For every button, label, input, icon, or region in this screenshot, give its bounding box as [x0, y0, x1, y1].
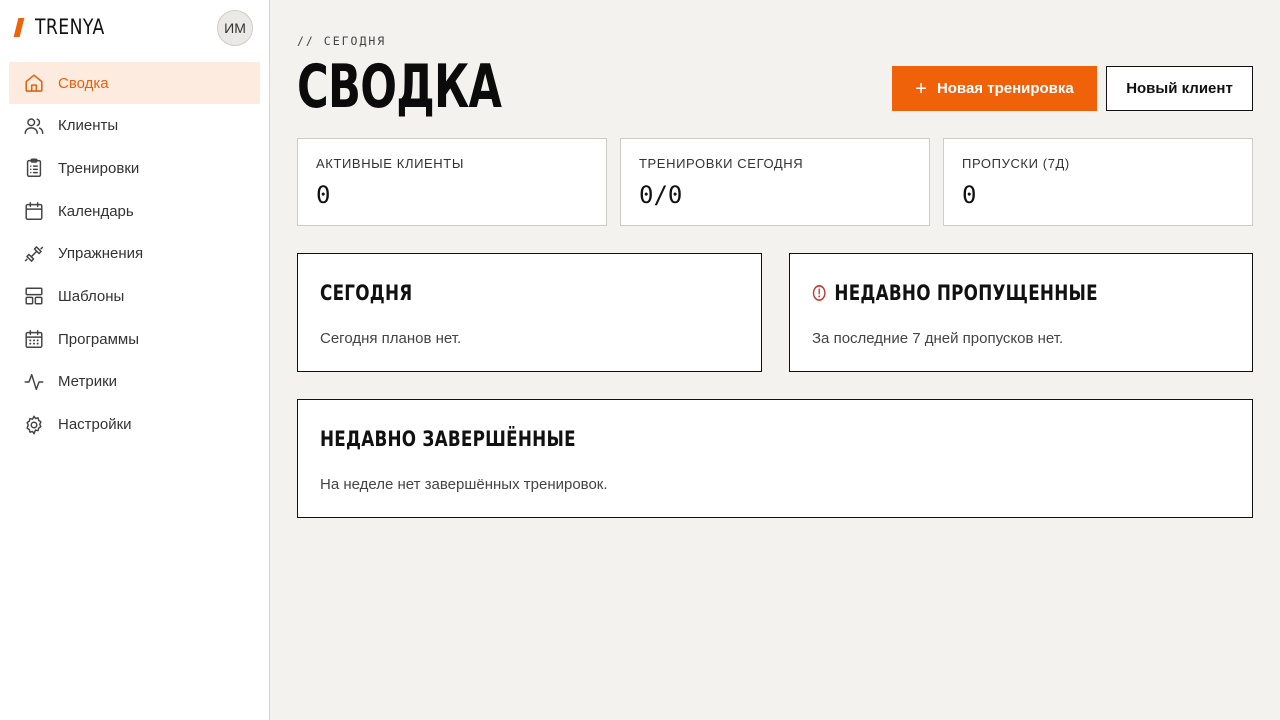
- sidebar-item-label: Программы: [58, 330, 140, 348]
- new-workout-label: Новая тренировка: [936, 80, 1074, 97]
- panel-title: НЕДАВНО ПРОПУЩЕННЫЕ: [812, 281, 1098, 305]
- avatar[interactable]: ИМ: [217, 10, 253, 46]
- stat-card-active-clients: АКТИВНЫЕ КЛИЕНТЫ 0: [297, 138, 607, 226]
- sidebar-item-label: Календарь: [58, 202, 134, 220]
- panel-title: НЕДАВНО ЗАВЕРШЁННЫЕ: [320, 427, 576, 451]
- panel-title-text: НЕДАВНО ПРОПУЩЕННЫЕ: [834, 281, 1098, 305]
- dumbbell-icon: [23, 243, 45, 265]
- new-workout-button[interactable]: + Новая тренировка: [892, 66, 1097, 111]
- new-client-button[interactable]: Новый клиент: [1106, 66, 1253, 111]
- brand-name: TRENYA: [35, 15, 105, 39]
- stat-card-missed-7d: ПРОПУСКИ (7Д) 0: [943, 138, 1253, 226]
- layout-template-icon: [23, 285, 45, 307]
- calendar-grid-icon: [23, 328, 45, 350]
- panel-empty-text: На неделе нет завершённых тренировок.: [320, 476, 608, 493]
- stat-label: АКТИВНЫЕ КЛИЕНТЫ: [316, 156, 464, 171]
- sidebar-item-workouts[interactable]: Тренировки: [9, 147, 260, 189]
- sidebar-item-label: Клиенты: [58, 117, 119, 135]
- panel-today: СЕГОДНЯ Сегодня планов нет.: [297, 253, 762, 372]
- gear-icon: [23, 414, 45, 436]
- panel-empty-text: Сегодня планов нет.: [320, 330, 462, 347]
- sidebar-item-label: Настройки: [58, 416, 132, 433]
- sidebar-item-programs[interactable]: Программы: [9, 318, 260, 360]
- stat-label: ПРОПУСКИ (7Д): [962, 156, 1070, 171]
- home-icon: [23, 72, 45, 94]
- stat-value: 0: [962, 181, 977, 209]
- sidebar-item-metrics[interactable]: Метрики: [9, 361, 260, 403]
- activity-icon: [23, 371, 45, 393]
- sidebar-item-settings[interactable]: Настройки: [9, 404, 260, 446]
- sidebar-item-clients[interactable]: Клиенты: [9, 105, 260, 147]
- panel-recently-completed: НЕДАВНО ЗАВЕРШЁННЫЕ На неделе нет заверш…: [297, 399, 1253, 518]
- sidebar-item-label: Метрики: [58, 373, 118, 391]
- stat-card-workouts-today: ТРЕНИРОВКИ СЕГОДНЯ 0/0: [620, 138, 930, 226]
- sidebar-item-label: Тренировки: [58, 159, 140, 177]
- sidebar-item-label: Сводка: [58, 74, 109, 92]
- alert-circle-icon: [812, 284, 826, 302]
- sidebar-item-label: Упражнения: [58, 245, 144, 263]
- sidebar-item-label: Шаблоны: [58, 287, 125, 305]
- panel-recently-missed: НЕДАВНО ПРОПУЩЕННЫЕ За последние 7 дней …: [789, 253, 1253, 372]
- sidebar-nav: Сводка Клиенты Тренировки Календарь Упра…: [9, 62, 260, 446]
- sidebar-item-calendar[interactable]: Календарь: [9, 190, 260, 232]
- panel-title: СЕГОДНЯ: [320, 281, 413, 305]
- brand-mark-icon: [13, 17, 25, 37]
- users-icon: [23, 115, 45, 137]
- sidebar-item-exercises[interactable]: Упражнения: [9, 233, 260, 275]
- stat-value: 0/0: [639, 181, 683, 209]
- page-eyebrow: // СЕГОДНЯ: [297, 34, 387, 48]
- calendar-icon: [23, 200, 45, 222]
- sidebar: TRENYA ИМ Сводка Клиенты Тренировки Кале: [0, 0, 270, 720]
- panel-empty-text: За последние 7 дней пропусков нет.: [812, 330, 1064, 347]
- stat-value: 0: [316, 181, 331, 209]
- brand-logo[interactable]: TRENYA: [13, 13, 120, 41]
- stat-label: ТРЕНИРОВКИ СЕГОДНЯ: [639, 156, 804, 171]
- plus-icon: +: [915, 77, 927, 100]
- clipboard-list-icon: [23, 157, 45, 179]
- sidebar-item-dashboard[interactable]: Сводка: [9, 62, 260, 104]
- page-title: СВОДКА: [297, 52, 502, 122]
- sidebar-item-templates[interactable]: Шаблоны: [9, 275, 260, 317]
